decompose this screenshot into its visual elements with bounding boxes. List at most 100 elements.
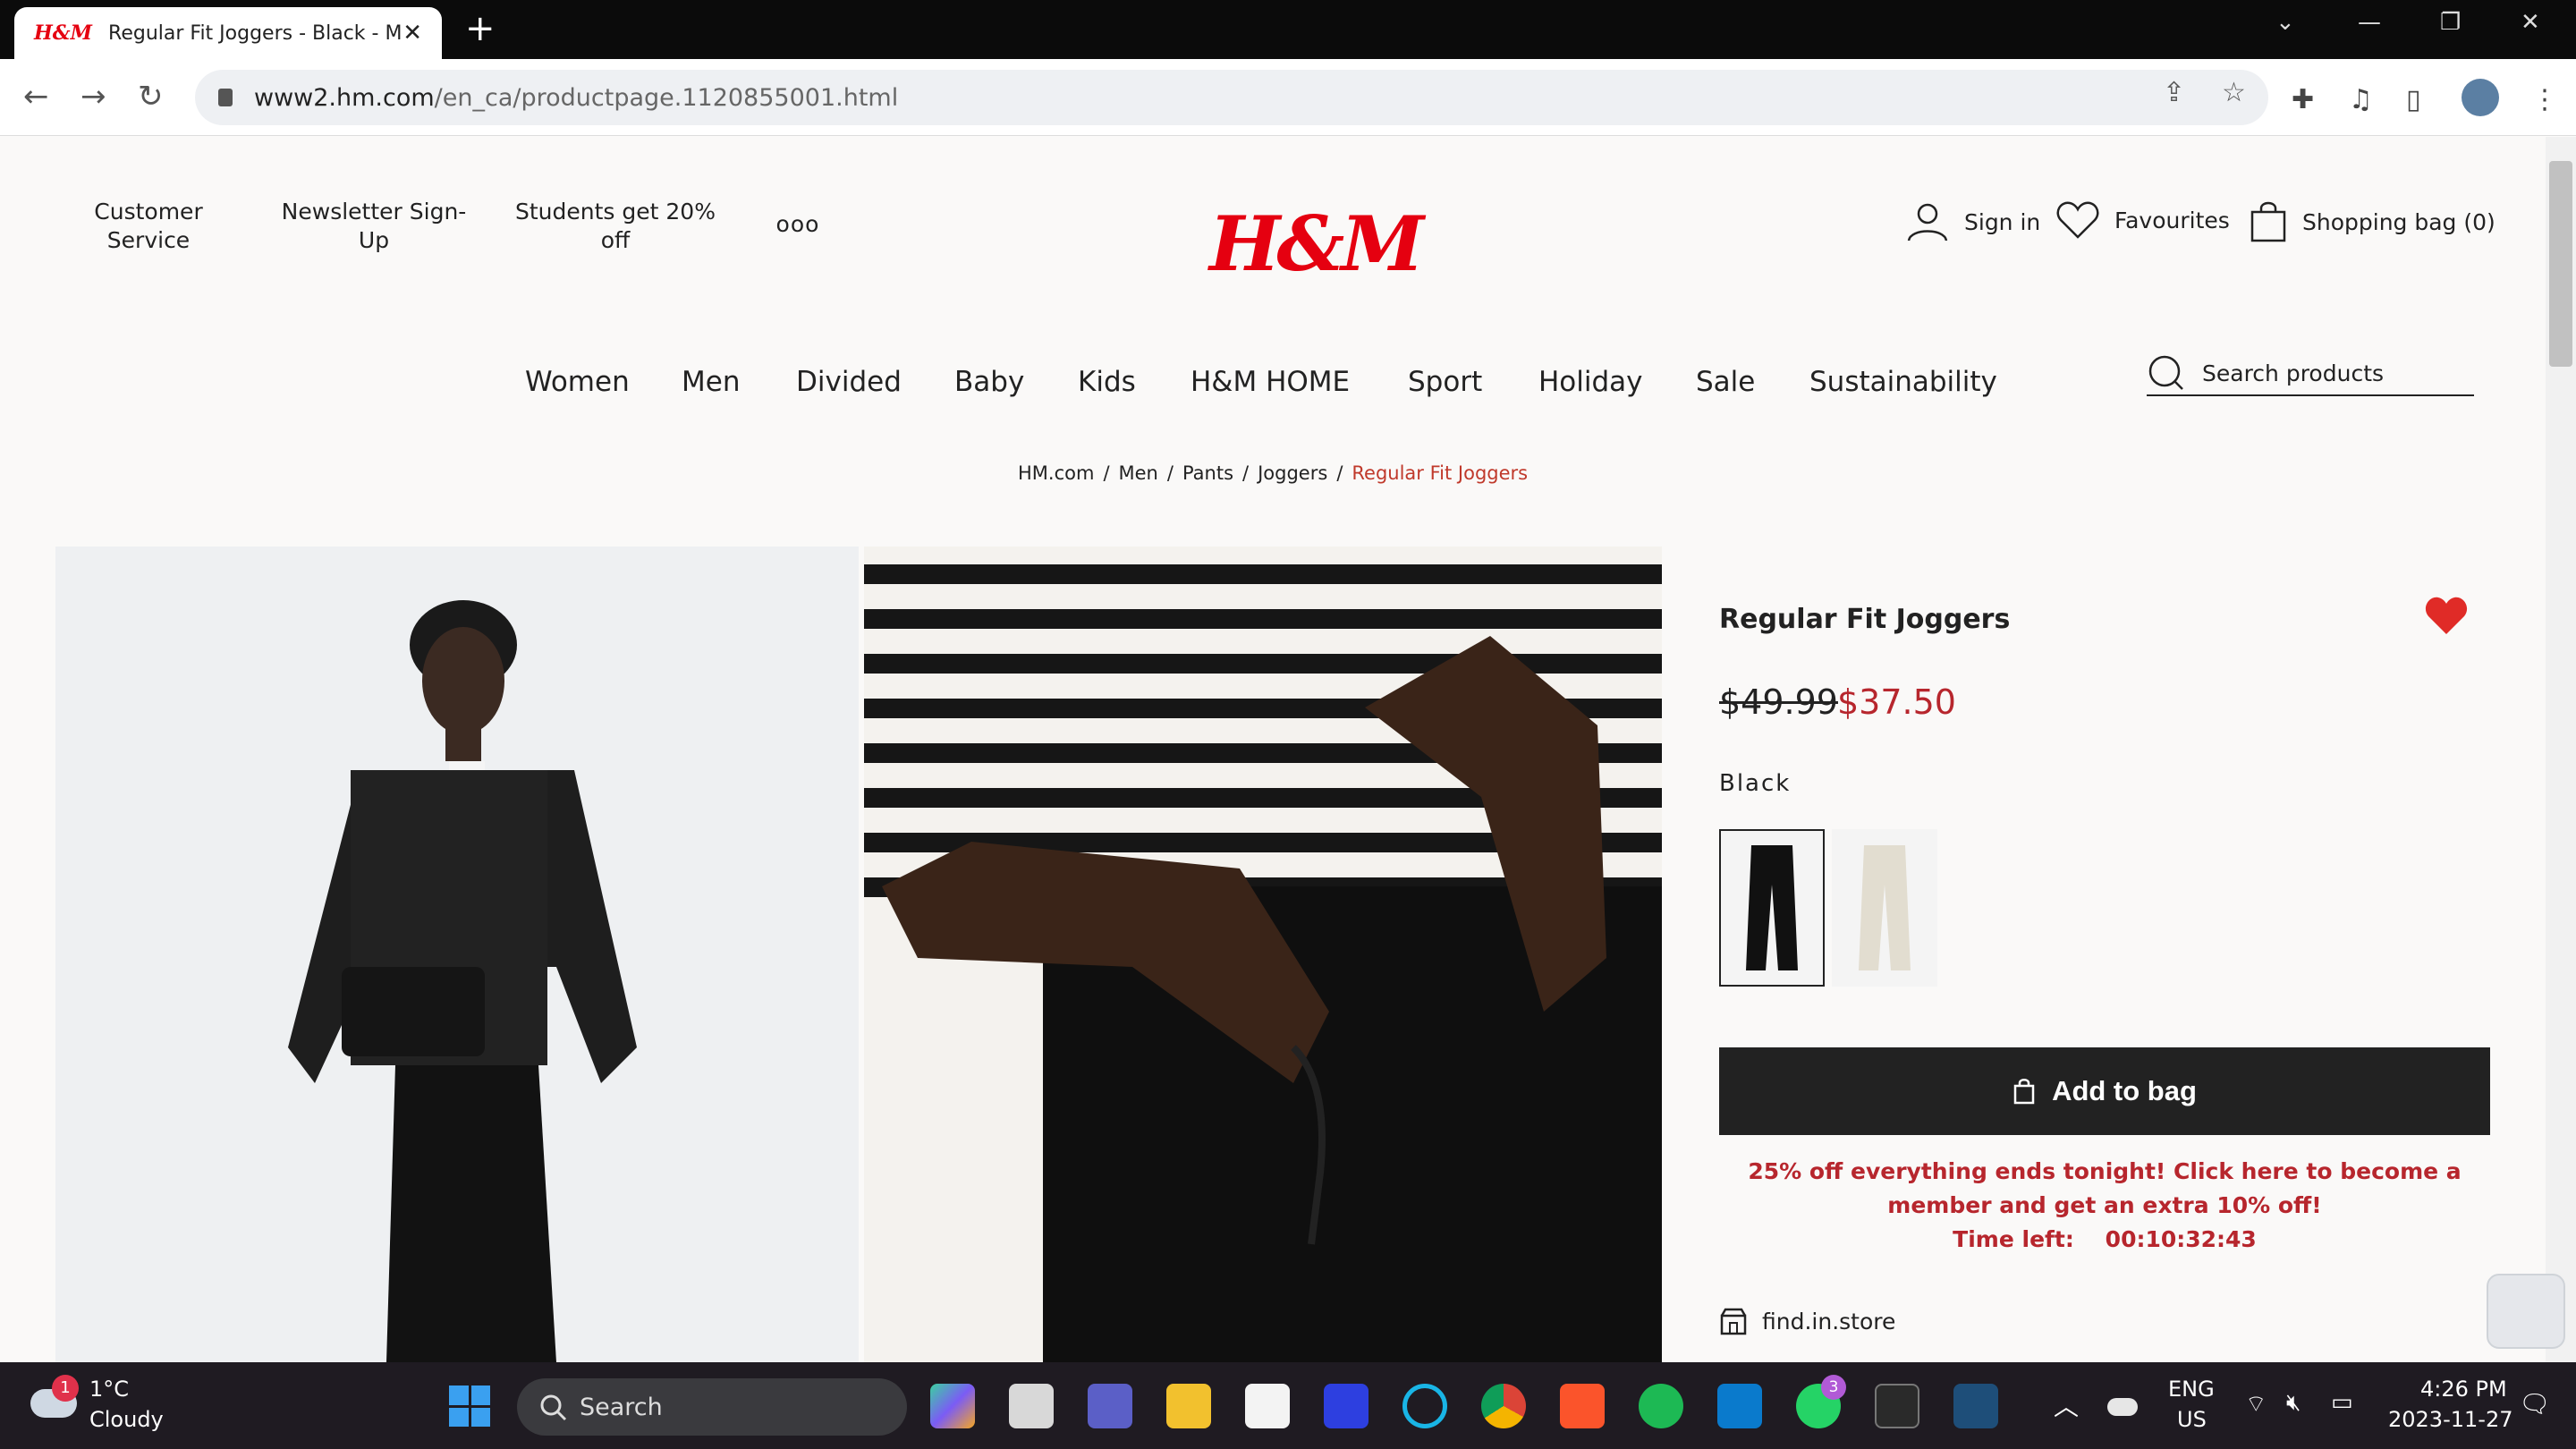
- weather-temp[interactable]: 1°C: [89, 1377, 129, 1402]
- product-title: Regular Fit Joggers: [1719, 604, 2011, 635]
- media-control-icon[interactable]: ♫: [2349, 84, 2373, 115]
- nav-women[interactable]: Women: [525, 366, 630, 398]
- breadcrumb-joggers[interactable]: Joggers: [1258, 462, 1327, 484]
- hm-favicon-icon: H&M: [34, 21, 93, 45]
- file-explorer-icon[interactable]: [1166, 1384, 1211, 1428]
- bag-icon: [2013, 1079, 2035, 1105]
- vscode-icon[interactable]: [1717, 1384, 1762, 1428]
- microsoft-store-icon[interactable]: [1245, 1384, 1290, 1428]
- favourites-link[interactable]: Favourites: [2055, 199, 2230, 241]
- user-icon: [1907, 203, 1948, 242]
- browser-tab-bar: H&M Regular Fit Joggers - Black - Men ✕ …: [0, 0, 2576, 59]
- sign-in-link[interactable]: Sign in: [1905, 199, 2040, 244]
- menu-kebab-icon[interactable]: ⋮: [2531, 84, 2558, 115]
- nav-holiday[interactable]: Holiday: [1538, 366, 1643, 398]
- sale-price: $37.50: [1837, 682, 1956, 722]
- profile-avatar[interactable]: [2462, 79, 2499, 116]
- tab-close-icon[interactable]: ✕: [402, 20, 422, 47]
- restore-icon[interactable]: ❐: [2440, 9, 2461, 36]
- share-icon[interactable]: ⇪: [2163, 77, 2185, 108]
- whatsapp-badge: 3: [1821, 1375, 1846, 1400]
- tab-title: Regular Fit Joggers - Black - Men: [108, 21, 403, 45]
- url-path: /en_ca/productpage.1120855001.html: [434, 83, 899, 112]
- terminal-icon[interactable]: [1875, 1384, 1919, 1428]
- shopping-bag-link[interactable]: Shopping bag (0): [2249, 199, 2496, 244]
- add-to-bag-button[interactable]: Add to bag: [1719, 1047, 2490, 1135]
- clock-time[interactable]: 4:26 PM: [2420, 1377, 2507, 1402]
- product-image-closeup[interactable]: [864, 547, 1662, 1362]
- start-windows-icon[interactable]: [449, 1385, 490, 1427]
- floating-extension-button[interactable]: [2487, 1274, 2565, 1349]
- language-eng[interactable]: ENG: [2168, 1377, 2215, 1402]
- tab-search-icon[interactable]: ⌄: [2275, 9, 2295, 36]
- extensions-icon[interactable]: ✚: [2292, 84, 2314, 115]
- nav-men[interactable]: Men: [682, 366, 740, 398]
- nav-hm-home[interactable]: H&M HOME: [1191, 366, 1350, 398]
- shopping-bag-icon: [2250, 201, 2286, 242]
- side-panel-icon[interactable]: ▯: [2406, 84, 2421, 115]
- volume-muted-icon[interactable]: 🔇︎: [2286, 1389, 2301, 1417]
- promo-countdown: Time left: 00:10:32:43: [1953, 1226, 2257, 1252]
- clock-date[interactable]: 2023-11-27: [2388, 1407, 2512, 1432]
- minimize-icon[interactable]: —: [2358, 9, 2381, 36]
- swatch-beige[interactable]: [1832, 829, 1937, 987]
- nav-divided[interactable]: Divided: [796, 366, 902, 398]
- new-tab-icon[interactable]: +: [465, 11, 496, 47]
- wifi-icon[interactable]: ⌔: [2245, 1389, 2267, 1419]
- nav-baby[interactable]: Baby: [954, 366, 1024, 398]
- swatch-black[interactable]: [1719, 829, 1825, 987]
- shopping-bag-label: Shopping bag (0): [2302, 208, 2496, 235]
- spotify-icon[interactable]: [1639, 1384, 1683, 1428]
- promo-banner[interactable]: 25% off everything ends tonight! Click h…: [1719, 1155, 2490, 1257]
- breadcrumb: HM.com / Men / Pants / Joggers / Regular Fit Jog…: [1018, 462, 1529, 484]
- show-hidden-icons-chevron-icon[interactable]: ︿: [2054, 1387, 2079, 1423]
- battery-icon[interactable]: ▭: [2331, 1389, 2353, 1416]
- back-icon[interactable]: ←: [23, 79, 49, 114]
- copilot-icon[interactable]: [930, 1384, 975, 1428]
- product-image-model[interactable]: [55, 547, 859, 1362]
- nav-sale[interactable]: Sale: [1696, 366, 1755, 398]
- address-bar[interactable]: www2.hm.com/en_ca/productpage.1120855001…: [195, 70, 2268, 125]
- forward-icon[interactable]: →: [80, 79, 106, 114]
- newsletter-link[interactable]: Newsletter Sign-Up: [275, 198, 472, 255]
- task-view-icon[interactable]: [1009, 1384, 1054, 1428]
- add-to-bag-label: Add to bag: [2052, 1075, 2197, 1106]
- remote-desktop-icon[interactable]: [1953, 1384, 1998, 1428]
- breadcrumb-pants[interactable]: Pants: [1182, 462, 1233, 484]
- close-window-icon[interactable]: ✕: [2521, 9, 2540, 36]
- nav-sport[interactable]: Sport: [1408, 366, 1482, 398]
- promo-text: 25% off everything ends tonight! Click h…: [1748, 1158, 2462, 1218]
- breadcrumb-current: Regular Fit Joggers: [1352, 462, 1529, 484]
- students-discount-link[interactable]: Students get 20% off: [510, 198, 721, 255]
- nav-kids[interactable]: Kids: [1078, 366, 1136, 398]
- onedrive-cloud-icon[interactable]: [2107, 1398, 2138, 1416]
- chrome-icon[interactable]: [1481, 1384, 1526, 1428]
- sign-in-label: Sign in: [1964, 208, 2041, 235]
- bookmark-star-icon[interactable]: ☆: [2222, 77, 2246, 108]
- hm-logo[interactable]: H&M: [1209, 199, 1424, 288]
- notifications-icon[interactable]: 🗨︎: [2519, 1389, 2551, 1419]
- language-us[interactable]: US: [2177, 1407, 2207, 1432]
- lock-icon[interactable]: [218, 89, 233, 106]
- search-icon: [2148, 355, 2183, 390]
- nav-sustainability[interactable]: Sustainability: [1809, 366, 1997, 398]
- breadcrumb-men[interactable]: Men: [1119, 462, 1158, 484]
- alexa-icon[interactable]: [1402, 1384, 1447, 1428]
- reload-icon[interactable]: ↻: [138, 79, 164, 114]
- selected-color-name: Black: [1719, 770, 1792, 797]
- browser-tab[interactable]: H&M Regular Fit Joggers - Black - Men ✕: [14, 7, 442, 59]
- mathway-icon[interactable]: [1324, 1384, 1368, 1428]
- customer-service-link[interactable]: Customer Service: [86, 198, 211, 255]
- breadcrumb-hm[interactable]: HM.com: [1018, 462, 1094, 484]
- weather-desc[interactable]: Cloudy: [89, 1407, 164, 1432]
- teams-icon[interactable]: [1088, 1384, 1132, 1428]
- search-input[interactable]: Search products: [2147, 352, 2474, 396]
- taskbar-search[interactable]: Search: [517, 1378, 907, 1436]
- brave-icon[interactable]: [1560, 1384, 1605, 1428]
- add-to-favourites-heart-icon[interactable]: [2424, 595, 2469, 640]
- more-links-button[interactable]: ooo: [771, 210, 825, 239]
- store-icon: [1720, 1308, 1747, 1335]
- scrollbar-thumb[interactable]: [2549, 161, 2572, 367]
- search-placeholder: Search products: [2202, 360, 2385, 386]
- find-in-store-link[interactable]: find.in.store: [1719, 1307, 1895, 1335]
